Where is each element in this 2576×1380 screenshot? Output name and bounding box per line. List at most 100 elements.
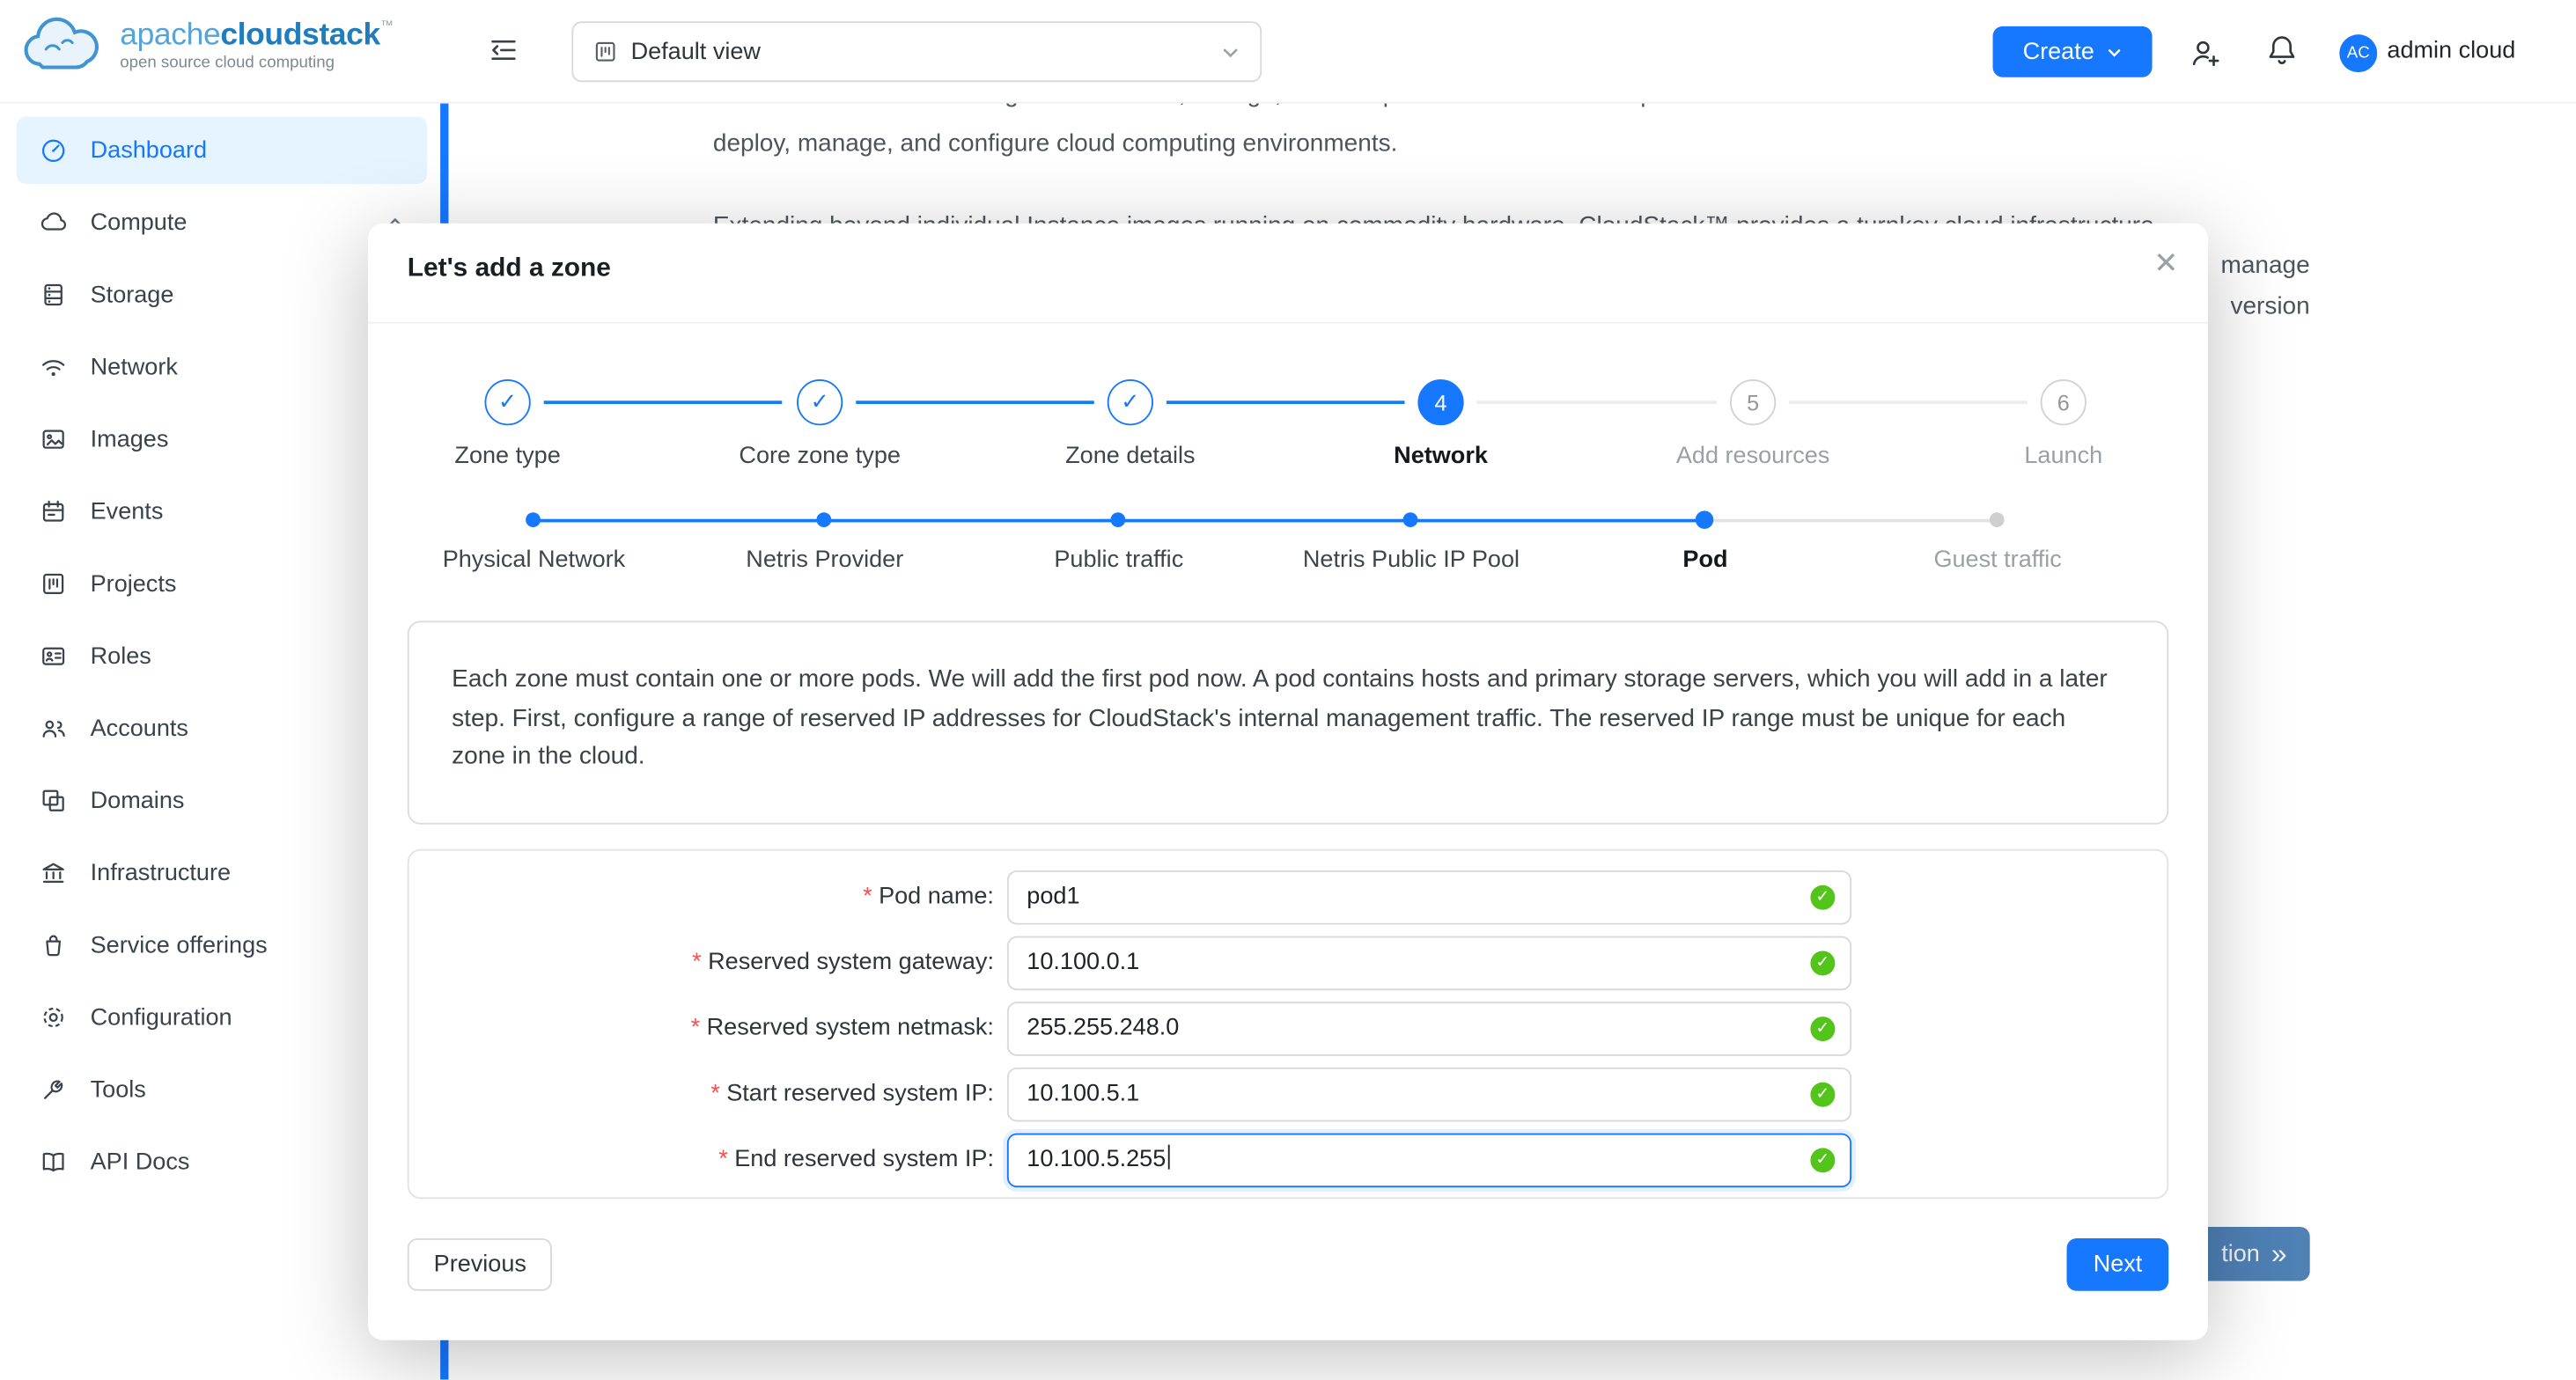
field-label-text: Pod name: — [879, 883, 994, 910]
next-button[interactable]: Next — [2066, 1238, 2169, 1291]
sidebar-item-label: Images — [90, 426, 169, 453]
about-text-line: deploy, manage, and configure cloud comp… — [712, 129, 1398, 158]
menu-fold-icon[interactable] — [488, 34, 519, 74]
brand-tagline: open source cloud computing — [120, 54, 335, 72]
step-connector — [543, 400, 783, 404]
valid-check-icon: ✓ — [1810, 951, 1836, 976]
pod-name-input[interactable]: pod1 ✓ — [1006, 870, 1852, 925]
sidebar-item-events[interactable]: Events — [17, 478, 428, 546]
block-icon — [40, 787, 70, 815]
step-network-circle: 4 — [1417, 379, 1464, 426]
step-launch-circle: 6 — [2040, 379, 2087, 426]
previous-button[interactable]: Previous — [407, 1238, 553, 1291]
sidebar-item-label: Dashboard — [90, 136, 208, 164]
modal-header-divider — [367, 321, 2208, 324]
step-zone-details-circle: ✓ — [1107, 379, 1153, 426]
picture-icon — [40, 425, 70, 453]
sidebar-item-service-offerings[interactable]: Service offerings — [17, 912, 428, 980]
required-mark: * — [690, 1015, 701, 1042]
cloud-icon — [40, 209, 70, 237]
sidebar-item-projects[interactable]: Projects — [17, 550, 428, 618]
step-label-network: Network — [1394, 443, 1488, 470]
step-core-zone-type-circle: ✓ — [797, 379, 843, 426]
database-icon — [40, 281, 70, 309]
start-reserved-system-ip-input[interactable]: 10.100.5.1 ✓ — [1006, 1067, 1852, 1122]
idcard-icon — [40, 642, 70, 671]
valid-check-icon: ✓ — [1810, 1148, 1836, 1173]
user-name[interactable]: admin cloud — [2387, 0, 2515, 102]
sidebar-item-label: API Docs — [90, 1149, 190, 1176]
sidebar-item-dashboard[interactable]: Dashboard — [16, 116, 428, 184]
view-selector-value: Default view — [630, 38, 761, 65]
sidebar-item-compute[interactable]: Compute — [17, 189, 428, 257]
substep-label-netris-provider: Netris Provider — [746, 547, 904, 574]
step-label-zone-type: Zone type — [454, 443, 561, 470]
view-selector[interactable]: Default view — [571, 21, 1262, 83]
book-icon — [40, 1148, 70, 1176]
form-row-end-reserved-system-ip: * End reserved system IP: 10.100.5.255 ✓ — [409, 1133, 2168, 1188]
substep-dot-guest-traffic — [1989, 512, 2005, 528]
required-mark: * — [863, 883, 872, 910]
step-number: 6 — [2057, 390, 2070, 415]
step-label-launch: Launch — [2024, 443, 2103, 470]
field-label-text: Reserved system netmask: — [706, 1015, 994, 1042]
end-reserved-system-ip-input[interactable]: 10.100.5.255 ✓ — [1006, 1133, 1852, 1188]
reserved-system-gateway-input[interactable]: 10.100.0.1 ✓ — [1006, 936, 1852, 991]
field-label: * Reserved system netmask: — [409, 1002, 994, 1056]
create-button[interactable]: Create — [1992, 26, 2153, 77]
close-icon[interactable]: ✕ — [2153, 248, 2178, 278]
sidebar-item-roles[interactable]: Roles — [17, 622, 428, 690]
sidebar-item-label: Accounts — [90, 715, 188, 742]
sidebar-item-tools[interactable]: Tools — [17, 1056, 428, 1124]
field-label: * Start reserved system IP: — [409, 1068, 994, 1122]
sidebar-item-label: Tools — [90, 1076, 146, 1104]
top-header: apachecloudstack™ open source cloud comp… — [0, 0, 2576, 104]
avatar[interactable]: AC — [2339, 34, 2378, 73]
dashboard-icon — [40, 136, 70, 165]
sidebar-item-api-docs[interactable]: API Docs — [17, 1128, 428, 1196]
required-mark: * — [718, 1146, 728, 1173]
user-add-icon[interactable] — [2189, 34, 2225, 70]
sidebar-item-images[interactable]: Images — [17, 406, 428, 473]
brand-apache: apache — [120, 18, 221, 53]
text-caret — [1167, 1144, 1170, 1170]
form-row-reserved-system-gateway: * Reserved system gateway: 10.100.0.1 ✓ — [409, 936, 2168, 991]
field-label-text: Reserved system gateway: — [708, 949, 994, 976]
substep-dot-public-traffic — [1110, 512, 1126, 528]
sidebar-item-domains[interactable]: Domains — [17, 767, 428, 834]
continue-installation-label: tion — [2221, 1240, 2260, 1267]
input-value: pod1 — [1027, 883, 1080, 910]
reserved-system-netmask-input[interactable]: 255.255.248.0 ✓ — [1006, 1002, 1852, 1056]
substep-label-public-traffic: Public traffic — [1054, 547, 1184, 574]
sidebar-item-label: Configuration — [90, 1004, 232, 1031]
bank-icon — [40, 859, 70, 887]
sidebar-item-storage[interactable]: Storage — [17, 261, 428, 329]
sidebar-item-configuration[interactable]: Configuration — [17, 984, 428, 1052]
substep-connector-wait — [1704, 518, 1998, 523]
valid-check-icon: ✓ — [1810, 1017, 1836, 1042]
valid-check-icon: ✓ — [1810, 885, 1836, 910]
substep-dot-netris-provider — [816, 512, 832, 528]
notification-bell-icon[interactable] — [2265, 33, 2298, 67]
step-connector — [1166, 400, 1405, 404]
bag-icon — [40, 931, 70, 959]
field-label-text: Start reserved system IP: — [726, 1080, 994, 1107]
input-value: 255.255.248.0 — [1027, 1015, 1180, 1042]
field-label-text: End reserved system IP: — [734, 1146, 994, 1173]
cloudstack-logo[interactable]: apachecloudstack™ open source cloud comp… — [19, 13, 394, 79]
substep-label-physical-network: Physical Network — [442, 547, 626, 574]
sidebar-item-infrastructure[interactable]: Infrastructure — [17, 840, 428, 907]
sidebar-item-label: Service offerings — [90, 931, 268, 958]
form-row-pod-name: * Pod name: pod1 ✓ — [409, 870, 2168, 925]
check-icon: ✓ — [810, 389, 829, 415]
avatar-initials: AC — [2346, 44, 2370, 62]
wifi-icon — [40, 353, 70, 381]
chevron-down-icon — [1223, 48, 1238, 57]
step-connector — [856, 400, 1094, 404]
cloudstack-logo-icon — [24, 17, 99, 70]
team-icon — [40, 715, 70, 743]
sidebar-item-network[interactable]: Network — [17, 334, 428, 401]
sidebar-item-accounts[interactable]: Accounts — [17, 694, 428, 762]
wrench-icon — [40, 1075, 70, 1104]
pod-form: * Pod name: pod1 ✓ * Reserved system gatewa… — [407, 848, 2169, 1200]
